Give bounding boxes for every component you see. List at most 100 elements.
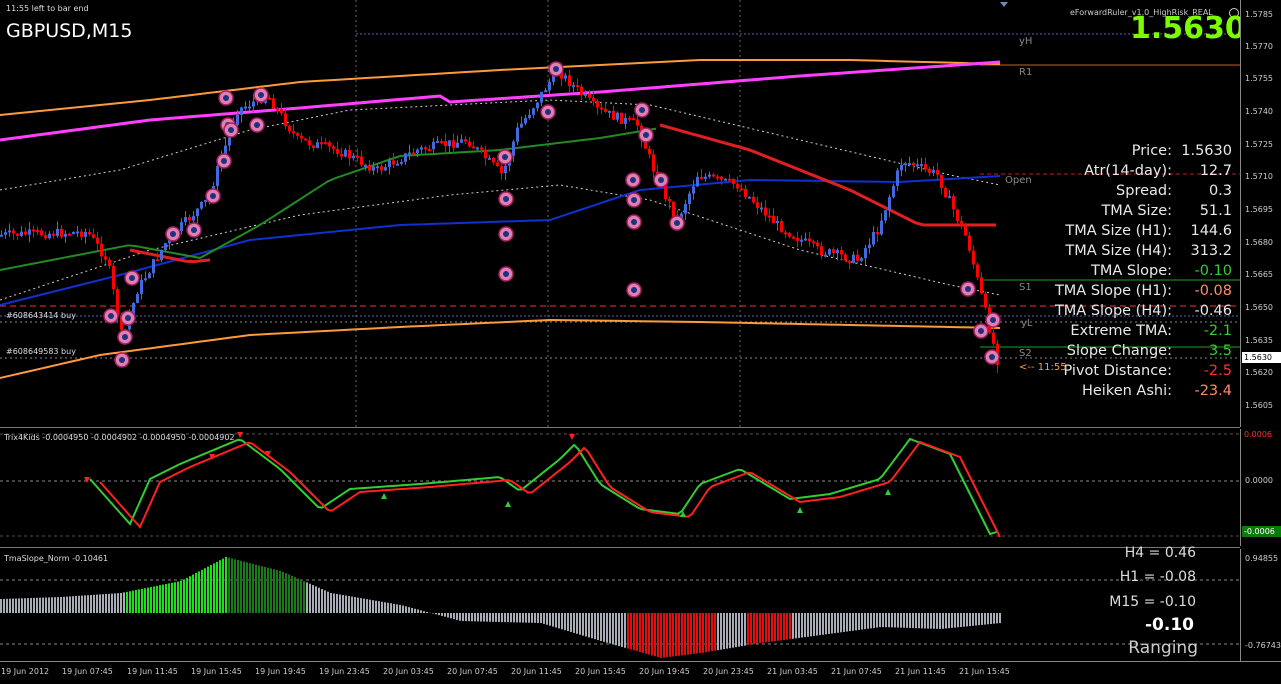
- slope-histogram-bar: [63, 597, 65, 613]
- slope-histogram-bar: [18, 598, 20, 613]
- candle-body: [400, 162, 403, 164]
- slope-histogram-bar: [654, 613, 656, 656]
- time-tick-label: 20 Jun 11:45: [511, 667, 562, 676]
- candle-body: [748, 197, 751, 199]
- slope-histogram-bar: [903, 613, 905, 628]
- slope-histogram-bar: [807, 613, 809, 637]
- main-chart-pane[interactable]: 11:55 left to bar end GBPUSD,M15 eForwar…: [0, 0, 1240, 427]
- slope-histogram-bar: [702, 613, 704, 653]
- slope-histogram-bar: [6, 599, 8, 613]
- s1-label: S1: [1019, 282, 1032, 293]
- slope-histogram-bar: [102, 594, 104, 613]
- slope-histogram-bar: [507, 613, 509, 622]
- signal-marker-dot: [108, 313, 114, 319]
- trix-axis[interactable]: 0.0006 0.0000 -0.0006: [1240, 429, 1281, 546]
- signal-marker-dot: [258, 92, 264, 98]
- candle-body: [280, 109, 283, 113]
- stat-value: -23.4: [1174, 383, 1232, 399]
- slope-histogram-bar: [741, 613, 743, 646]
- chart-shift-marker-icon[interactable]: [1000, 2, 1008, 7]
- candle-body: [992, 333, 995, 344]
- slope-histogram-bar: [51, 597, 53, 613]
- stat-value: -2.5: [1174, 363, 1232, 379]
- candle-body: [536, 103, 539, 109]
- slope-histogram-bar: [294, 577, 296, 613]
- candle-body: [320, 142, 323, 144]
- time-tick-label: 19 Jun 11:45: [127, 667, 178, 676]
- candle-body: [800, 240, 803, 242]
- candle-body: [868, 245, 871, 248]
- order-label[interactable]: #608643414 buy: [6, 311, 76, 320]
- candle-body: [276, 109, 279, 111]
- stat-value: 3.5: [1174, 343, 1232, 359]
- candle-body: [380, 166, 383, 170]
- slope-histogram-bar: [561, 613, 563, 629]
- slope-histogram-bar: [645, 613, 647, 654]
- tma-slope-axis[interactable]: 0.94855 -0.76743: [1240, 549, 1281, 661]
- time-tick-label: 19 Jun 15:45: [191, 667, 242, 676]
- candle-body: [268, 98, 271, 100]
- candle-body: [100, 244, 103, 257]
- slope-histogram-bar: [963, 613, 965, 627]
- candle-body: [888, 197, 891, 210]
- candle-body: [568, 75, 571, 86]
- signal-marker-dot: [503, 231, 509, 237]
- slope-histogram-bar: [126, 592, 128, 613]
- price-tick-label: 1.5695: [1245, 205, 1273, 214]
- tma-slope-canvas[interactable]: [0, 549, 1240, 661]
- slope-histogram-bar: [579, 613, 581, 635]
- candle-body: [772, 216, 775, 223]
- slope-histogram-bar: [999, 613, 1001, 623]
- order-label[interactable]: #608649583 buy: [6, 347, 76, 356]
- slope-histogram-bar: [762, 613, 764, 643]
- candle-body: [928, 169, 931, 173]
- time-tick-label: 21 Jun 11:45: [895, 667, 946, 676]
- candle-body: [768, 216, 771, 218]
- candle-body: [372, 166, 375, 170]
- stat-row-spread: Spread:0.3: [1010, 183, 1232, 203]
- slope-histogram-bar: [183, 579, 185, 613]
- slope-histogram-bar: [474, 613, 476, 621]
- candle-body: [532, 108, 535, 115]
- stat-value: 0.3: [1174, 183, 1232, 199]
- slope-histogram-bar: [825, 613, 827, 634]
- trix-indicator-pane[interactable]: Trix4Kids -0.0004950 -0.0004902 -0.00049…: [0, 429, 1240, 546]
- main-price-axis[interactable]: 1.5785 1.5770 1.5755 1.5740 1.5725 1.571…: [1240, 0, 1281, 427]
- pane-separator[interactable]: [0, 547, 1240, 548]
- orange-lower-band: [0, 320, 1000, 378]
- slope-histogram-bar: [759, 613, 761, 643]
- sell-arrow-icon: [237, 432, 243, 438]
- tma-slope-pane[interactable]: TmaSlope_Norm -0.10461 H4 = 0.46 H1 = -0…: [0, 549, 1240, 661]
- candle-body: [248, 107, 251, 109]
- slope-histogram-bar: [981, 613, 983, 625]
- stat-value: 1.5630: [1174, 143, 1232, 159]
- candle-body: [844, 255, 847, 261]
- slope-histogram-bar: [345, 596, 347, 613]
- slope-histogram-bar: [810, 613, 812, 636]
- slope-histogram-bar: [564, 613, 566, 630]
- stat-label: TMA Slope (H4):: [1055, 303, 1172, 319]
- pane-separator[interactable]: [0, 427, 1240, 428]
- signal-marker-dot: [674, 220, 680, 226]
- candle-body: [812, 241, 815, 243]
- slope-histogram-bar: [501, 613, 503, 622]
- slope-histogram-bar: [387, 603, 389, 613]
- candle-body: [408, 152, 411, 154]
- slope-histogram-bar: [612, 613, 614, 644]
- h4-slope-text: H4 = 0.46: [1125, 545, 1196, 561]
- slope-histogram-bar: [639, 613, 641, 652]
- slope-histogram-bar: [225, 557, 227, 613]
- slope-histogram-bar: [846, 613, 848, 632]
- open-label: Open: [1005, 175, 1032, 186]
- candle-body: [20, 232, 23, 236]
- candle-body: [104, 256, 107, 259]
- slope-histogram-bar: [381, 602, 383, 613]
- slope-histogram-bar: [513, 613, 515, 622]
- candle-body: [860, 258, 863, 261]
- slope-histogram-bar: [684, 613, 686, 655]
- trix-canvas[interactable]: [0, 429, 1240, 546]
- slope-histogram-bar: [822, 613, 824, 635]
- slope-histogram-bar: [174, 582, 176, 613]
- slope-histogram-bar: [375, 601, 377, 613]
- slope-histogram-bar: [591, 613, 593, 638]
